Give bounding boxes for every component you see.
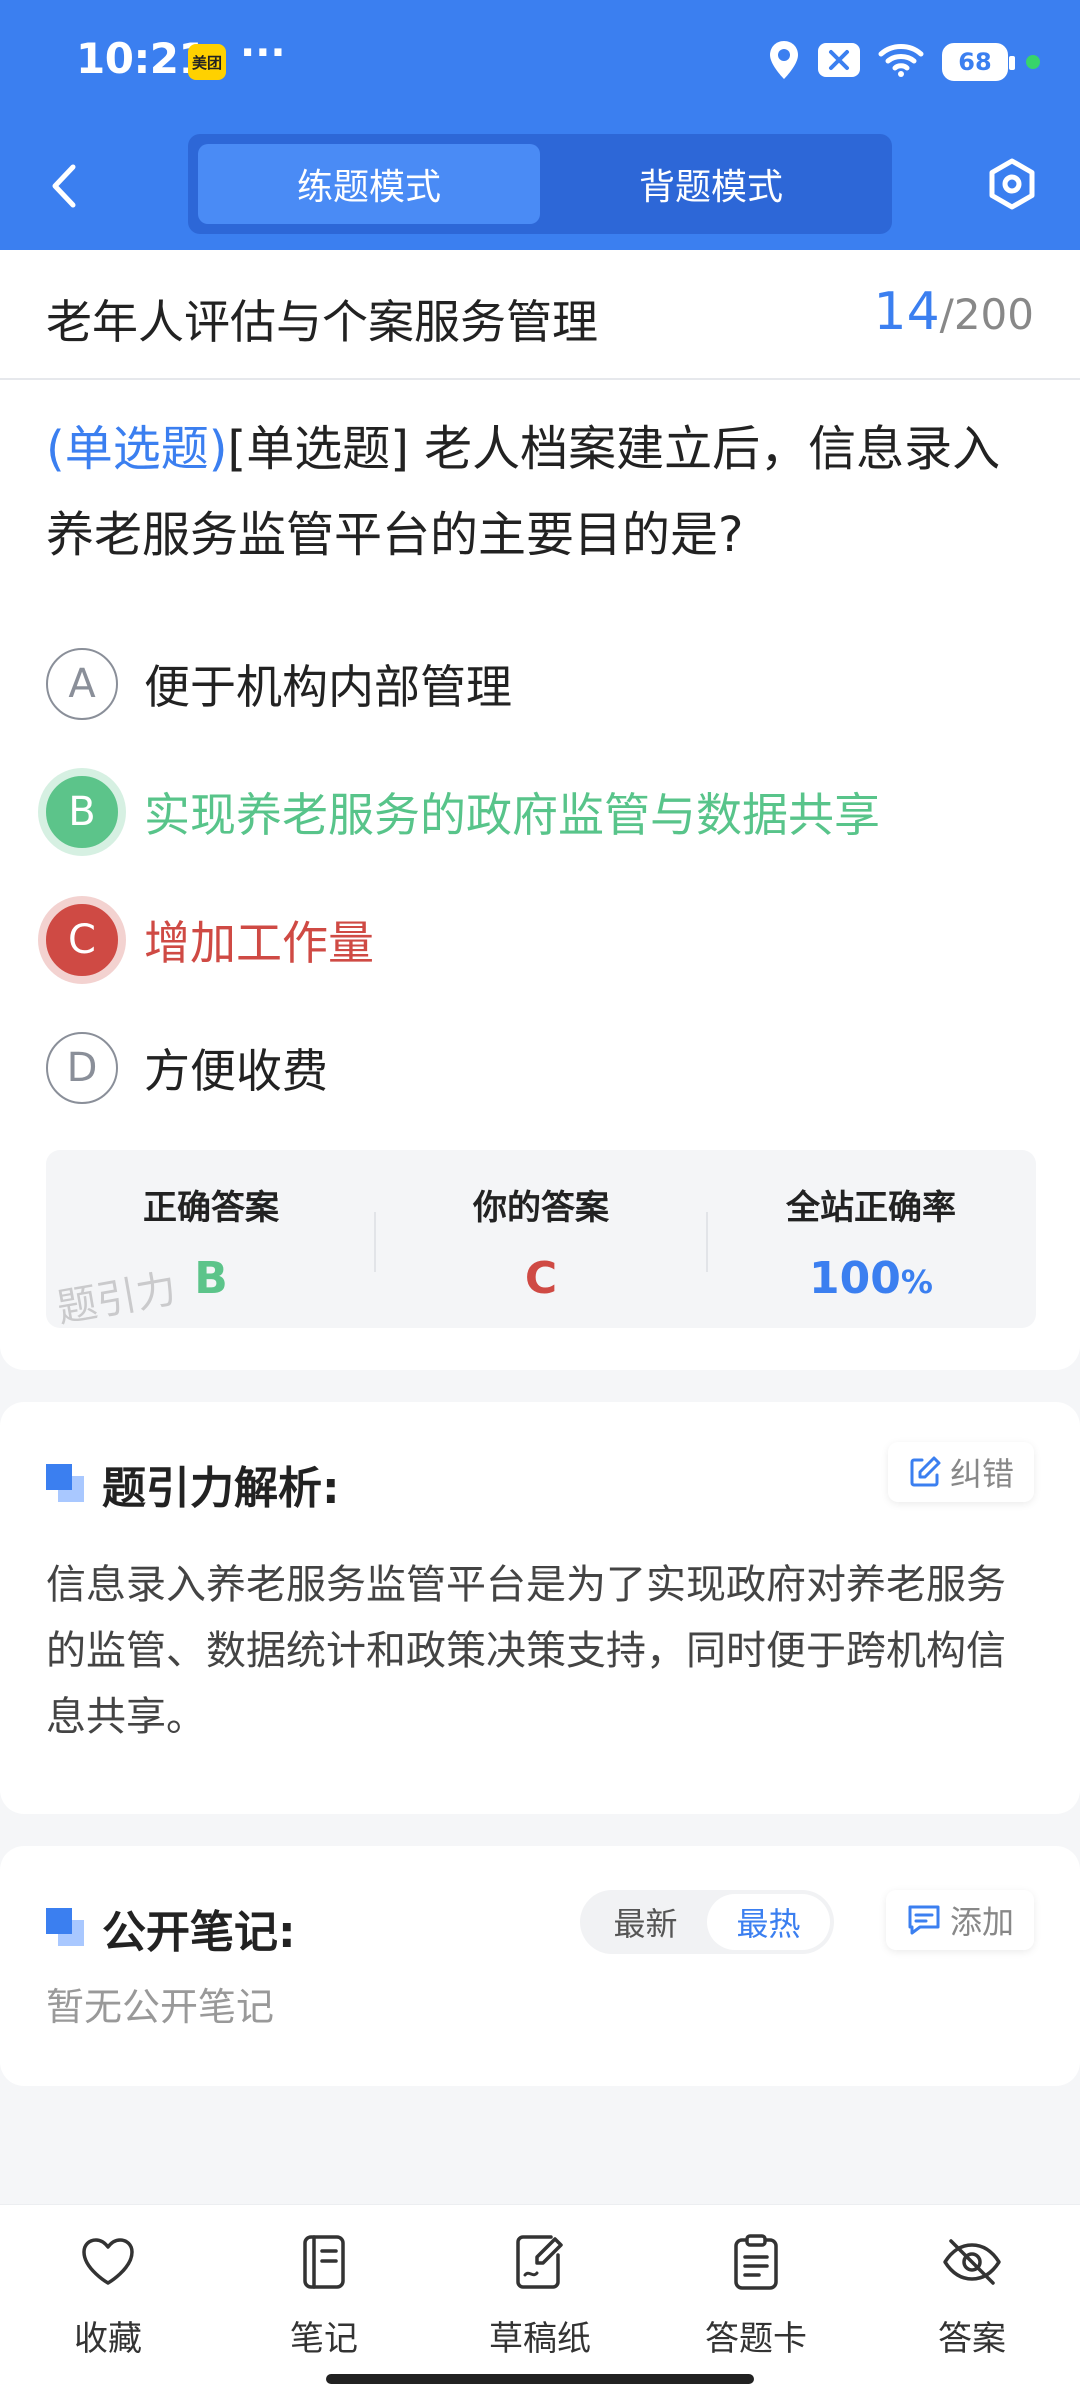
answer-card-label: 答题卡	[705, 2319, 807, 2359]
your-answer-column: 你的答案 C	[376, 1180, 706, 1304]
x-badge-icon	[818, 43, 860, 81]
settings-button[interactable]	[980, 152, 1044, 216]
notebook-icon	[239, 2229, 409, 2295]
answer-card-icon	[671, 2229, 841, 2295]
option-c-letter: C	[46, 904, 118, 976]
analysis-text: 信息录入养老服务监管平台是为了实现政府对养老服务的监管、数据统计和政策决策支持，…	[46, 1562, 1006, 1740]
tab-practice-mode[interactable]: 练题模式	[198, 144, 540, 224]
add-note-button[interactable]: 添加	[885, 1890, 1034, 1950]
location-icon	[768, 39, 800, 85]
status-bar: 10:21 美团 ··· 68	[0, 0, 1080, 120]
notes-header: 公开笔记:	[46, 1896, 296, 1960]
notes-title: 公开笔记:	[102, 1907, 296, 1958]
favorite-button[interactable]: 收藏	[23, 2229, 193, 2360]
show-answer-label: 答案	[938, 2319, 1006, 2359]
option-d[interactable]: D 方便收费	[46, 1004, 1036, 1132]
option-b[interactable]: B 实现养老服务的政府监管与数据共享	[46, 748, 1036, 876]
option-c[interactable]: C 增加工作量	[46, 876, 1036, 1004]
options-list: A 便于机构内部管理 B 实现养老服务的政府监管与数据共享 C 增加工作量 D …	[46, 620, 1036, 1132]
question-type-tag: (单选题)	[46, 421, 228, 477]
question-card: (单选题)[单选题] 老人档案建立后，信息录入养老服务监管平台的主要目的是? A…	[0, 380, 1080, 1370]
report-error-button[interactable]: 纠错	[887, 1442, 1034, 1502]
answer-card-button[interactable]: 答题卡	[671, 2229, 841, 2360]
subject-title: 老年人评估与个案服务管理	[46, 295, 598, 349]
green-dot-icon	[1026, 55, 1040, 69]
edit-icon	[910, 1456, 941, 1487]
site-accuracy-value: 100%	[706, 1253, 1036, 1304]
option-d-letter: D	[46, 1032, 118, 1104]
sort-latest[interactable]: 最新	[584, 1894, 707, 1950]
status-icons: 68	[768, 40, 1040, 84]
no-notes-text: 暂无公开笔记	[46, 1985, 275, 2029]
heart-icon	[23, 2229, 193, 2295]
progress-separator: /	[939, 290, 954, 339]
app-header: 10:21 美团 ··· 68 练题模式 背题模式	[0, 0, 1080, 250]
show-answer-button[interactable]: 答案	[887, 2229, 1057, 2360]
your-answer-label: 你的答案	[473, 1188, 609, 1228]
analysis-header: 题引力解析:	[46, 1452, 340, 1516]
public-notes-card: 公开笔记: 最新 最热 添加 暂无公开笔记	[0, 1846, 1080, 2086]
site-accuracy-column: 全站正确率 100%	[706, 1180, 1036, 1304]
wifi-icon	[878, 42, 924, 82]
nav-row: 练题模式 背题模式	[0, 132, 1080, 242]
chevron-left-icon	[52, 164, 76, 208]
section-squares-icon	[46, 1908, 86, 1948]
settings-hexagon-icon	[989, 158, 1035, 210]
notes-sort-toggle: 最新 最热	[580, 1890, 834, 1954]
analysis-card: 题引力解析: 纠错 信息录入养老服务监管平台是为了实现政府对养老服务的监管、数据…	[0, 1402, 1080, 1814]
site-accuracy-number: 100	[809, 1253, 901, 1304]
battery-indicator: 68	[942, 43, 1015, 81]
question-stem: (单选题)[单选题] 老人档案建立后，信息录入养老服务监管平台的主要目的是?	[46, 406, 1036, 578]
answer-summary: 正确答案 B 你的答案 C 全站正确率 100% 题引力	[46, 1150, 1036, 1332]
draft-paper-button[interactable]: 草稿纸	[455, 2229, 625, 2360]
option-d-text: 方便收费	[144, 1044, 328, 1098]
analysis-title: 题引力解析:	[102, 1463, 340, 1514]
option-b-text: 实现养老服务的政府监管与数据共享	[144, 788, 880, 842]
home-indicator[interactable]	[326, 2374, 754, 2384]
report-error-label: 纠错	[949, 1455, 1014, 1493]
meituan-badge-icon: 美团	[188, 44, 226, 80]
correct-answer-label: 正确答案	[143, 1188, 279, 1228]
current-question-number: 14	[873, 282, 940, 342]
question-progress: 14/200	[874, 282, 1035, 342]
comment-icon	[908, 1905, 940, 1935]
your-answer-value: C	[524, 1253, 558, 1304]
notes-label: 笔记	[290, 2319, 358, 2359]
add-note-label: 添加	[949, 1903, 1014, 1941]
bottom-toolbar: 收藏 笔记 草稿纸 答题卡 答案	[0, 2204, 1080, 2400]
subject-title-bar: 老年人评估与个案服务管理 14/200	[0, 250, 1080, 380]
eye-off-icon	[887, 2229, 1057, 2295]
total-questions: 200	[953, 290, 1034, 339]
section-squares-icon	[46, 1464, 86, 1504]
site-accuracy-label: 全站正确率	[786, 1188, 956, 1228]
option-b-letter: B	[46, 776, 118, 848]
back-button[interactable]	[40, 158, 88, 214]
option-a[interactable]: A 便于机构内部管理	[46, 620, 1036, 748]
draft-paper-label: 草稿纸	[489, 2319, 591, 2359]
option-c-text: 增加工作量	[144, 916, 374, 970]
mode-switch: 练题模式 背题模式	[188, 134, 892, 234]
notes-button[interactable]: 笔记	[239, 2229, 409, 2360]
option-a-letter: A	[46, 648, 118, 720]
favorite-label: 收藏	[74, 2319, 142, 2359]
draft-paper-icon	[455, 2229, 625, 2295]
more-notifications-icon: ···	[240, 30, 286, 76]
option-a-text: 便于机构内部管理	[144, 660, 512, 714]
tab-memorize-mode[interactable]: 背题模式	[540, 144, 882, 224]
site-accuracy-unit: %	[900, 1263, 933, 1301]
sort-hottest[interactable]: 最热	[707, 1894, 830, 1950]
